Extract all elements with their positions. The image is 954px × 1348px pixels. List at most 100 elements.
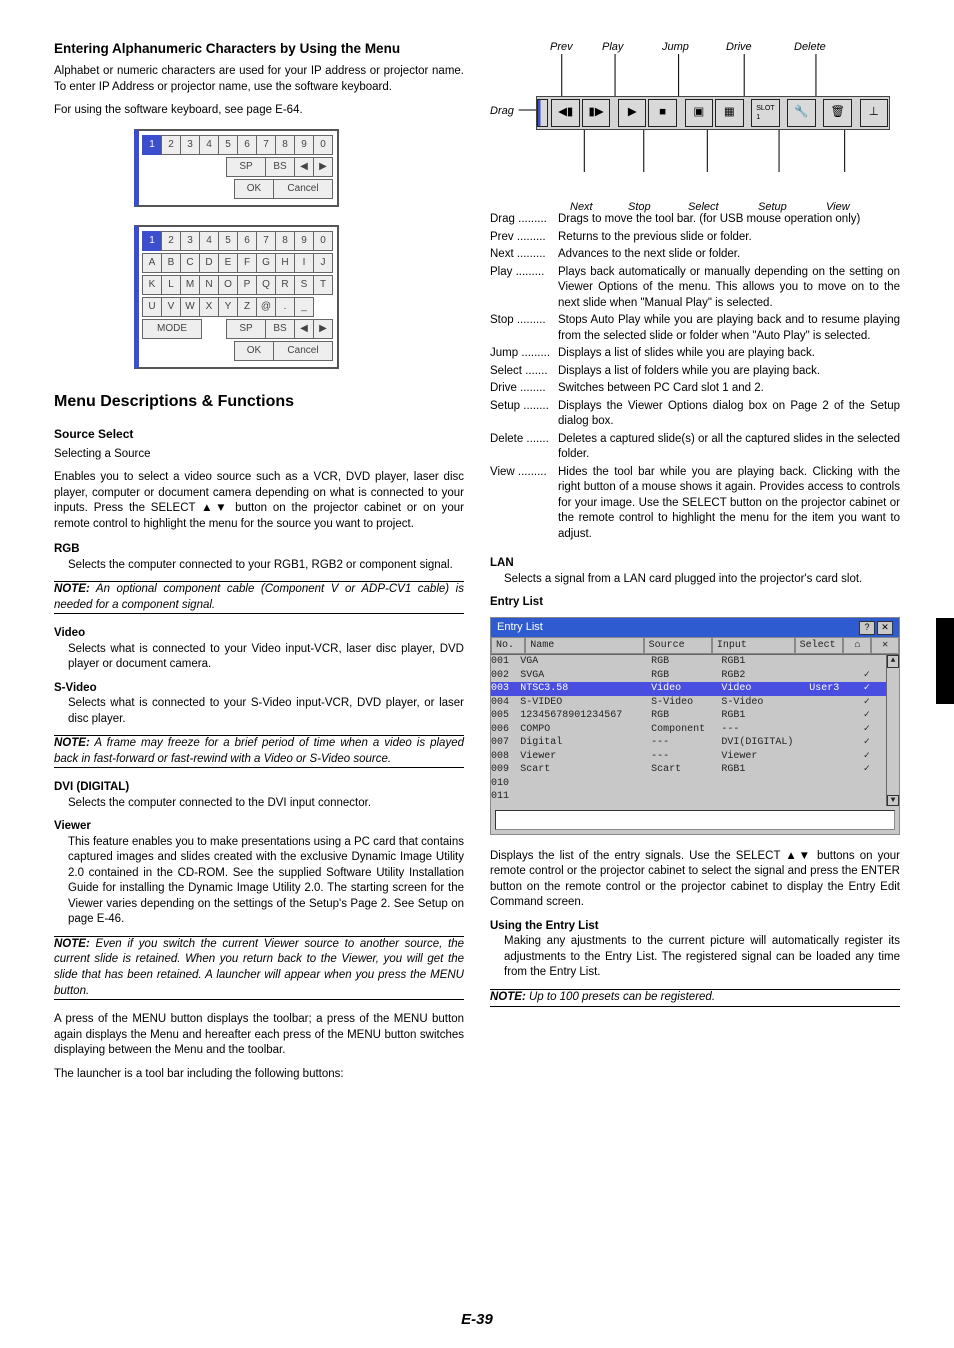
heading-lan: LAN — [490, 556, 900, 572]
scrollbar: ▲ ▼ — [886, 655, 899, 806]
label-delete: Delete — [794, 40, 826, 55]
heading-rgb: RGB — [54, 542, 464, 558]
label-stop: Stop — [628, 200, 651, 215]
software-keyboard-numeric: 1234567890 SP BS ◀ ▶ OK Cancel — [134, 129, 384, 207]
key-digit: 9 — [294, 231, 314, 251]
definition-desc: Displays the Viewer Options dialog box o… — [558, 399, 900, 430]
table-row: 002SVGARGBRGB2✓ — [491, 669, 899, 683]
label-next: Next — [570, 200, 593, 215]
definition-row: Setup ........ Displays the Viewer Option… — [490, 399, 900, 430]
definition-row: View .........Hides the tool bar while y… — [490, 465, 900, 543]
entry-list-window: Entry List ?✕ No. Name Source Input Sele… — [490, 617, 900, 835]
definition-term: Setup ........ — [490, 400, 549, 412]
key-letter: O — [218, 275, 238, 295]
delete-icon: 🗑 — [823, 99, 851, 127]
label-prev: Prev — [550, 40, 573, 55]
note-box: NOTE: A frame may freeze for a brief per… — [54, 735, 464, 768]
key-letter: T — [313, 275, 333, 295]
label-drive: Drive — [726, 40, 752, 55]
definition-term: Next ......... — [490, 248, 546, 260]
table-row: 011 — [491, 790, 899, 804]
definition-term: Delete ....... — [490, 433, 549, 445]
definition-row: Play .........Plays back automatically o… — [490, 265, 900, 312]
heading-dvi: DVI (DIGITAL) — [54, 780, 464, 796]
para: Selects what is connected to your S-Vide… — [68, 696, 464, 727]
table-row: 004S-VIDEOS-VideoS-Video✓ — [491, 696, 899, 710]
key-sp: SP — [226, 319, 266, 339]
scroll-down-icon: ▼ — [887, 795, 899, 806]
key-letter: F — [237, 253, 257, 273]
stop-icon: ■ — [648, 99, 676, 127]
key-bs: BS — [265, 319, 295, 339]
table-row: 007Digital---DVI(DIGITAL)✓ — [491, 736, 899, 750]
para: Enables you to select a video source suc… — [54, 470, 464, 532]
key-digit: 0 — [313, 135, 333, 155]
para: Making any ajustments to the current pic… — [504, 934, 900, 981]
key-letter: U — [142, 297, 162, 317]
definition-term: Stop ......... — [490, 314, 546, 326]
key-cancel: Cancel — [273, 341, 333, 361]
key-letter: A — [142, 253, 162, 273]
heading-entry-list: Entry List — [490, 595, 900, 611]
drive-icon: SLOT1 — [751, 99, 779, 127]
key-letter: X — [199, 297, 219, 317]
para: This feature enables you to make present… — [68, 835, 464, 928]
key-digit: 2 — [161, 231, 181, 251]
label-view: View — [826, 200, 850, 215]
key-digit: 7 — [256, 231, 276, 251]
para: Alphabet or numeric characters are used … — [54, 64, 464, 95]
prev-icon: ◀▮ — [551, 99, 579, 127]
key-letter: M — [180, 275, 200, 295]
key-letter: W — [180, 297, 200, 317]
key-letter: I — [294, 253, 314, 273]
definition-term: Drag ......... — [490, 213, 547, 225]
definition-row: Drive ........Switches between PC Card s… — [490, 381, 900, 397]
left-column: Entering Alphanumeric Characters by Usin… — [54, 40, 464, 1090]
key-digit: 6 — [237, 231, 257, 251]
manual-page: Entering Alphanumeric Characters by Usin… — [0, 0, 954, 1348]
key-letter: B — [161, 253, 181, 273]
label-setup: Setup — [758, 200, 787, 215]
key-letter: J — [313, 253, 333, 273]
definition-row: Next ......... Advances to the next slide… — [490, 247, 900, 263]
key-mode: MODE — [142, 319, 202, 339]
definition-row: Prev .........Returns to the previous sl… — [490, 230, 900, 246]
key-digit: 3 — [180, 231, 200, 251]
entry-list-title: Entry List — [497, 620, 543, 635]
definition-row: Select .......Displays a list of folders… — [490, 364, 900, 380]
key-right-icon: ▶ — [313, 157, 333, 177]
heading-svideo: S-Video — [54, 681, 464, 697]
key-left-icon: ◀ — [294, 157, 314, 177]
key-digit: 8 — [275, 135, 295, 155]
key-letter: Q — [256, 275, 276, 295]
para: For using the software keyboard, see pag… — [54, 103, 464, 119]
play-icon: ▶ — [618, 99, 646, 127]
page-number: E-39 — [0, 1310, 954, 1330]
definition-term: Select ....... — [490, 365, 548, 377]
toolbar-drag-handle — [537, 99, 548, 127]
label-play: Play — [602, 40, 623, 55]
definition-row: Stop .........Stops Auto Play while you … — [490, 313, 900, 344]
para: Selects the computer connected to your R… — [68, 558, 464, 574]
note-box: NOTE: An optional component cable (Compo… — [54, 581, 464, 614]
key-cancel: Cancel — [273, 179, 333, 199]
para: The launcher is a tool bar including the… — [54, 1067, 464, 1083]
heading-using-entry-list: Using the Entry List — [490, 919, 900, 935]
heading-video: Video — [54, 626, 464, 642]
definition-desc: Switches between PC Card slot 1 and 2. — [558, 381, 900, 397]
label-jump: Jump — [662, 40, 689, 55]
definition-desc: Deletes a captured slide(s) or all the c… — [558, 432, 900, 463]
key-right-icon: ▶ — [313, 319, 333, 339]
key-letter: . — [275, 297, 295, 317]
setup-icon: 🔧 — [787, 99, 815, 127]
key-digit: 1 — [142, 231, 162, 251]
key-digit: 5 — [218, 231, 238, 251]
entry-list-header: No. Name Source Input Select ⌂ ✕ — [491, 637, 899, 656]
label-select: Select — [688, 200, 719, 215]
definition-desc: Advances to the next slide or folder. — [558, 247, 900, 263]
definition-desc: Hides the tool bar while you are playing… — [558, 465, 900, 543]
key-letter: E — [218, 253, 238, 273]
key-digit: 8 — [275, 231, 295, 251]
para: Selecting a Source — [54, 447, 464, 463]
heading-source-select: Source Select — [54, 426, 464, 442]
